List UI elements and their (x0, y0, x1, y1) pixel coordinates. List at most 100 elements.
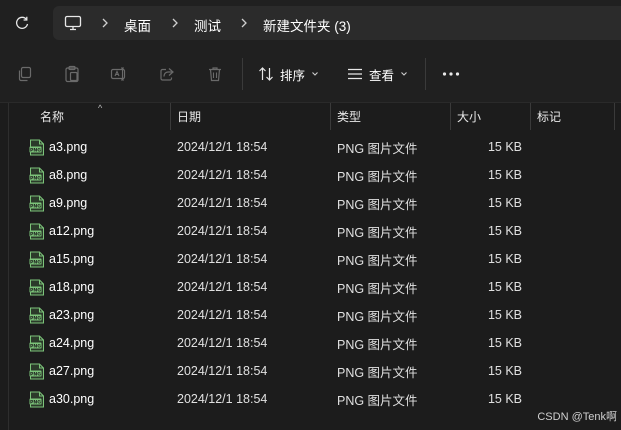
file-size: 15 KB (487, 364, 522, 378)
file-name: a24.png (49, 336, 95, 350)
share-button[interactable] (152, 60, 182, 88)
breadcrumb-item-current-folder[interactable]: 新建文件夹 (3) (263, 15, 351, 35)
svg-text:PNG: PNG (30, 175, 41, 181)
file-size: 15 KB (487, 308, 522, 322)
file-name: a30.png (49, 392, 95, 406)
delete-button[interactable] (200, 60, 230, 88)
copy-icon (18, 66, 32, 82)
file-list: PNG a3.png 2024/12/1 18:54 PNG 图片文件 15 K… (0, 133, 621, 413)
png-file-icon: PNG (29, 195, 44, 212)
view-icon (348, 68, 362, 80)
column-header-date[interactable]: 日期 (177, 103, 201, 130)
file-row[interactable]: PNG a15.png 2024/12/1 18:54 PNG 图片文件 15 … (0, 245, 621, 273)
file-name: a9.png (49, 196, 88, 210)
column-divider[interactable] (170, 103, 171, 130)
more-icon (442, 72, 460, 76)
png-file-icon: PNG (29, 251, 44, 268)
view-label: 查看 (369, 68, 395, 83)
file-row[interactable]: PNG a18.png 2024/12/1 18:54 PNG 图片文件 15 … (0, 273, 621, 301)
file-name: a15.png (49, 252, 95, 266)
png-file-icon: PNG (29, 307, 44, 324)
rename-icon (110, 67, 126, 81)
png-file-icon: PNG (29, 167, 44, 184)
file-row[interactable]: PNG a3.png 2024/12/1 18:54 PNG 图片文件 15 K… (0, 133, 621, 161)
file-name: a12.png (49, 224, 95, 238)
column-header-name[interactable]: 名称 (40, 103, 64, 130)
chevron-down-icon (401, 72, 407, 76)
svg-text:PNG: PNG (30, 399, 41, 405)
file-type: PNG 图片文件 (337, 225, 418, 240)
svg-text:PNG: PNG (30, 343, 41, 349)
file-date: 2024/12/1 18:54 (177, 364, 268, 378)
column-divider[interactable] (450, 103, 451, 130)
rename-button[interactable] (104, 60, 134, 88)
file-date: 2024/12/1 18:54 (177, 336, 268, 350)
file-type: PNG 图片文件 (337, 169, 418, 184)
file-row[interactable]: PNG a9.png 2024/12/1 18:54 PNG 图片文件 15 K… (0, 189, 621, 217)
file-type: PNG 图片文件 (337, 337, 418, 352)
breadcrumb-item-test[interactable]: 测试 (194, 15, 221, 35)
column-divider[interactable] (530, 103, 531, 130)
file-name: a18.png (49, 280, 95, 294)
column-header-tags[interactable]: 标记 (537, 103, 561, 130)
sort-ascending-icon: ^ (98, 103, 103, 113)
file-type: PNG 图片文件 (337, 141, 418, 156)
file-date: 2024/12/1 18:54 (177, 252, 268, 266)
file-name: a8.png (49, 168, 88, 182)
chevron-down-icon (312, 72, 318, 76)
chevron-right-icon[interactable] (100, 17, 110, 29)
chevron-right-icon[interactable] (239, 17, 249, 29)
share-icon (160, 68, 174, 81)
file-name: a23.png (49, 308, 95, 322)
file-size: 15 KB (487, 224, 522, 238)
file-row[interactable]: PNG a12.png 2024/12/1 18:54 PNG 图片文件 15 … (0, 217, 621, 245)
more-options-button[interactable] (436, 60, 466, 88)
paste-button[interactable] (57, 60, 87, 88)
file-type: PNG 图片文件 (337, 365, 418, 380)
sort-icon (259, 67, 273, 81)
svg-text:PNG: PNG (30, 203, 41, 209)
command-bar: 排序 查看 (0, 46, 621, 103)
trash-icon (209, 67, 221, 82)
column-divider[interactable] (330, 103, 331, 130)
watermark: CSDN @Tenk啊 (537, 411, 617, 423)
breadcrumb[interactable]: 桌面 测试 新建文件夹 (3) (53, 6, 621, 40)
sort-button[interactable]: 排序 (258, 61, 319, 87)
file-date: 2024/12/1 18:54 (177, 308, 268, 322)
view-button[interactable]: 查看 (347, 61, 408, 87)
file-row[interactable]: PNG a8.png 2024/12/1 18:54 PNG 图片文件 15 K… (0, 161, 621, 189)
refresh-button[interactable] (8, 10, 36, 36)
file-size: 15 KB (487, 252, 522, 266)
file-name: a27.png (49, 364, 95, 378)
column-header-size[interactable]: 大小 (457, 103, 481, 130)
svg-text:PNG: PNG (30, 371, 41, 377)
file-type: PNG 图片文件 (337, 393, 418, 408)
file-date: 2024/12/1 18:54 (177, 224, 268, 238)
column-header-type[interactable]: 类型 (337, 103, 361, 130)
toolbar-divider (425, 58, 426, 90)
column-header-row: ^ 名称 日期 类型 大小 标记 (0, 103, 621, 130)
file-row[interactable]: PNG a27.png 2024/12/1 18:54 PNG 图片文件 15 … (0, 357, 621, 385)
svg-text:PNG: PNG (30, 147, 41, 153)
file-row[interactable]: PNG a23.png 2024/12/1 18:54 PNG 图片文件 15 … (0, 301, 621, 329)
png-file-icon: PNG (29, 363, 44, 380)
computer-icon[interactable] (64, 14, 82, 32)
refresh-icon (16, 16, 29, 29)
file-size: 15 KB (487, 168, 522, 182)
toolbar-divider (242, 58, 243, 90)
file-date: 2024/12/1 18:54 (177, 280, 268, 294)
file-type: PNG 图片文件 (337, 253, 418, 268)
file-type: PNG 图片文件 (337, 197, 418, 212)
file-type: PNG 图片文件 (337, 281, 418, 296)
breadcrumb-item-desktop[interactable]: 桌面 (124, 15, 151, 35)
svg-text:PNG: PNG (30, 315, 41, 321)
chevron-right-icon[interactable] (170, 17, 180, 29)
file-row[interactable]: PNG a24.png 2024/12/1 18:54 PNG 图片文件 15 … (0, 329, 621, 357)
png-file-icon: PNG (29, 391, 44, 408)
file-date: 2024/12/1 18:54 (177, 392, 268, 406)
file-date: 2024/12/1 18:54 (177, 168, 268, 182)
column-divider[interactable] (614, 103, 615, 130)
file-row[interactable]: PNG a30.png 2024/12/1 18:54 PNG 图片文件 15 … (0, 385, 621, 413)
file-size: 15 KB (487, 336, 522, 350)
copy-button[interactable] (10, 60, 40, 88)
